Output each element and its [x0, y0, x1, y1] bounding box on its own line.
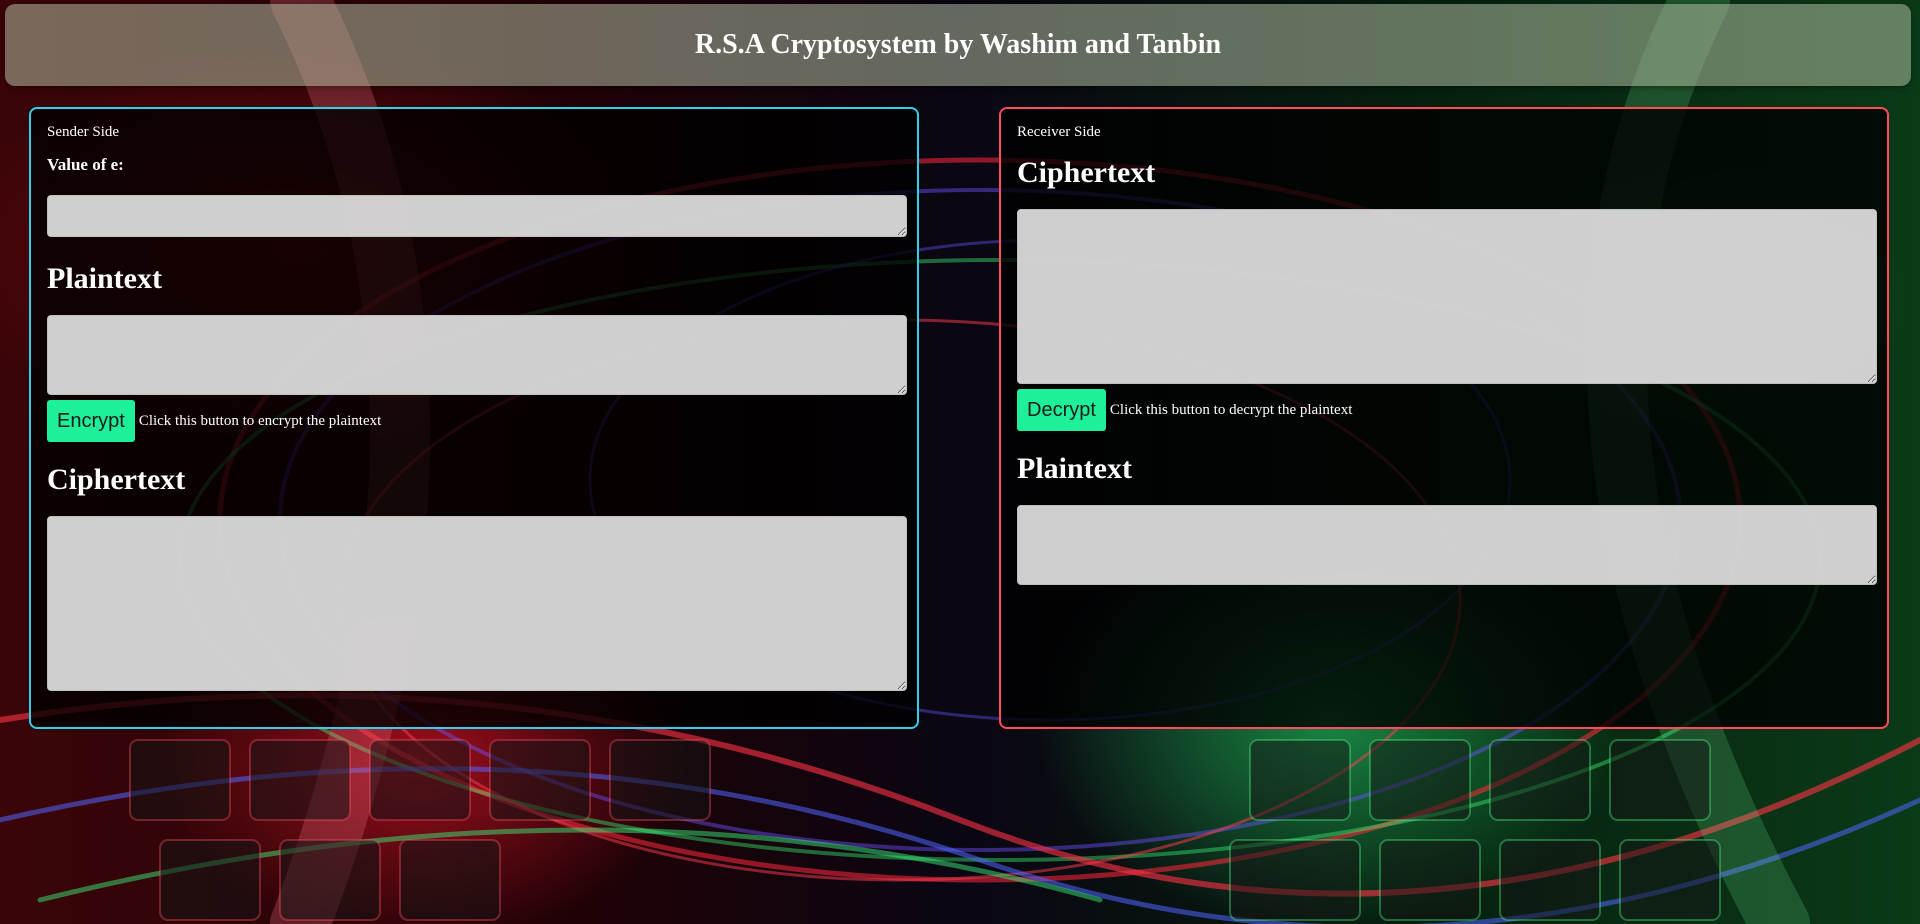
sender-ciphertext-output[interactable] [47, 516, 907, 691]
encrypt-button[interactable]: Encrypt [47, 400, 135, 442]
receiver-panel-label: Receiver Side [1017, 124, 1101, 140]
e-value-input[interactable] [47, 195, 907, 237]
receiver-plaintext-output[interactable] [1017, 505, 1877, 585]
sender-panel: Sender Side Value of e: Plaintext Encryp… [29, 107, 919, 729]
decrypt-row: Decrypt Click this button to decrypt the… [1017, 389, 1871, 431]
sender-panel-label: Sender Side [47, 124, 120, 140]
receiver-ciphertext-title: Ciphertext [1017, 156, 1156, 189]
encrypt-row: Encrypt Click this button to encrypt the… [47, 400, 901, 442]
page-title: R.S.A Cryptosystem by Washim and Tanbin [694, 29, 1222, 60]
encrypt-hint: Click this button to encrypt the plainte… [138, 412, 382, 429]
receiver-plaintext-title: Plaintext [1017, 452, 1132, 485]
receiver-ciphertext-input[interactable] [1017, 209, 1877, 384]
header-bar: R.S.A Cryptosystem by Washim and Tanbin [5, 4, 1911, 86]
decrypt-button[interactable]: Decrypt [1017, 389, 1106, 431]
sender-ciphertext-title: Ciphertext [47, 463, 186, 496]
sender-plaintext-title: Plaintext [47, 262, 162, 295]
sender-plaintext-input[interactable] [47, 315, 907, 395]
e-value-label: Value of e: [47, 155, 124, 174]
receiver-panel: Receiver Side Ciphertext Decrypt Click t… [999, 107, 1889, 729]
decrypt-hint: Click this button to decrypt the plainte… [1109, 401, 1353, 418]
